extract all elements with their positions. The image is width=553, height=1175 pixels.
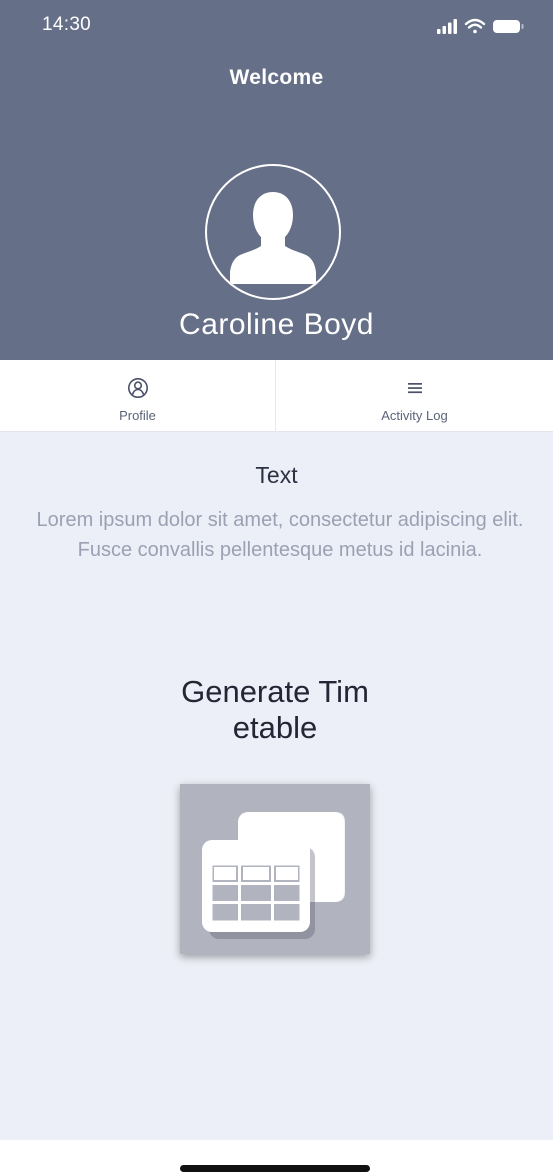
- tab-activity-log[interactable]: Activity Log: [276, 360, 553, 432]
- person-silhouette-icon: [230, 192, 316, 284]
- page-title: Welcome: [229, 66, 324, 89]
- avatar[interactable]: [205, 164, 341, 300]
- tab-bar: Profile Activity Log: [0, 360, 553, 432]
- tab-profile-label: Profile: [119, 408, 156, 423]
- app-screen: 14:30 Welcome Caroline Boyd Profile Acti…: [0, 0, 553, 1175]
- battery-icon: [493, 20, 524, 33]
- generate-timetable-label: Generate Timetable: [181, 674, 369, 745]
- menu-lines-icon: [404, 377, 426, 399]
- status-icons: [435, 16, 527, 36]
- timetable-icon: [202, 812, 345, 939]
- generate-timetable-button[interactable]: [180, 784, 370, 954]
- status-time: 14:30: [42, 14, 92, 35]
- tab-activity-log-label: Activity Log: [381, 408, 448, 423]
- status-bar: 14:30: [0, 0, 553, 50]
- signal-icon: [437, 19, 457, 34]
- main-content: Text Lorem ipsum dolor sit amet, consect…: [0, 432, 553, 1140]
- home-indicator[interactable]: [180, 1165, 370, 1172]
- section-body: Lorem ipsum dolor sit amet, consectetur …: [36, 509, 524, 561]
- wifi-icon: [464, 18, 486, 34]
- profile-header: 14:30 Welcome Caroline Boyd: [0, 0, 553, 360]
- profile-icon: [127, 377, 149, 399]
- section-title: Text: [255, 462, 298, 488]
- user-name: Caroline Boyd: [179, 308, 374, 341]
- tab-profile[interactable]: Profile: [0, 360, 276, 432]
